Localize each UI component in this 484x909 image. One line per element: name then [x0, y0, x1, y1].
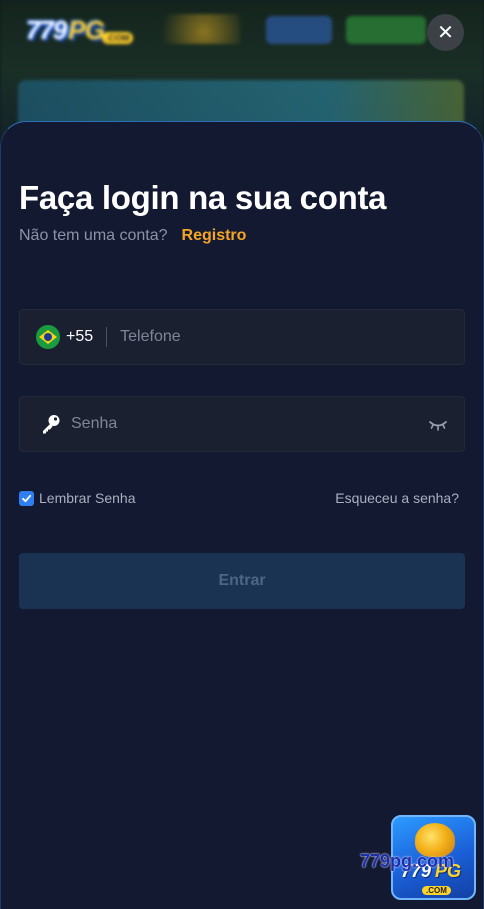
password-field[interactable]	[19, 396, 465, 452]
close-icon: ✕	[437, 22, 454, 44]
forgot-password-link[interactable]: Esqueceu a senha?	[335, 490, 459, 506]
eye-closed-icon[interactable]	[428, 417, 448, 433]
remember-checkbox[interactable]	[19, 490, 34, 506]
register-prompt: Não tem uma conta? Registro	[19, 227, 246, 245]
logo-letters: PG	[68, 15, 105, 45]
remember-password[interactable]: Lembrar Senha	[19, 490, 136, 506]
logo-number: 779	[26, 15, 67, 45]
background-register-button	[346, 16, 426, 44]
background-login-button	[266, 16, 332, 44]
key-icon	[43, 415, 60, 434]
check-icon	[22, 494, 32, 502]
page-title: Faça login na sua conta	[19, 179, 387, 216]
brazil-flag-icon[interactable]	[36, 325, 60, 349]
close-button[interactable]: ✕	[427, 14, 464, 51]
logo-domain: .COM	[101, 32, 134, 44]
phone-field[interactable]: +55	[19, 309, 465, 365]
register-link[interactable]: Registro	[182, 227, 247, 245]
page: 779 PG .COM ✕ Faça login na sua conta Nã…	[0, 0, 484, 909]
background-decoration	[150, 14, 240, 44]
phone-input[interactable]	[120, 328, 421, 346]
no-account-text: Não tem uma conta?	[19, 227, 168, 244]
password-input[interactable]	[71, 415, 401, 433]
site-logo: 779 PG .COM	[26, 15, 134, 46]
badge-domain: .COM	[422, 886, 451, 895]
remember-label: Lembrar Senha	[39, 490, 136, 506]
login-sheet: Faça login na sua conta Não tem uma cont…	[0, 121, 484, 909]
login-button[interactable]: Entrar	[19, 553, 465, 609]
country-code[interactable]: +55	[66, 328, 93, 346]
field-divider	[106, 327, 108, 347]
site-watermark: 779pg.com	[360, 851, 455, 871]
background-site: 779 PG .COM	[0, 0, 484, 140]
